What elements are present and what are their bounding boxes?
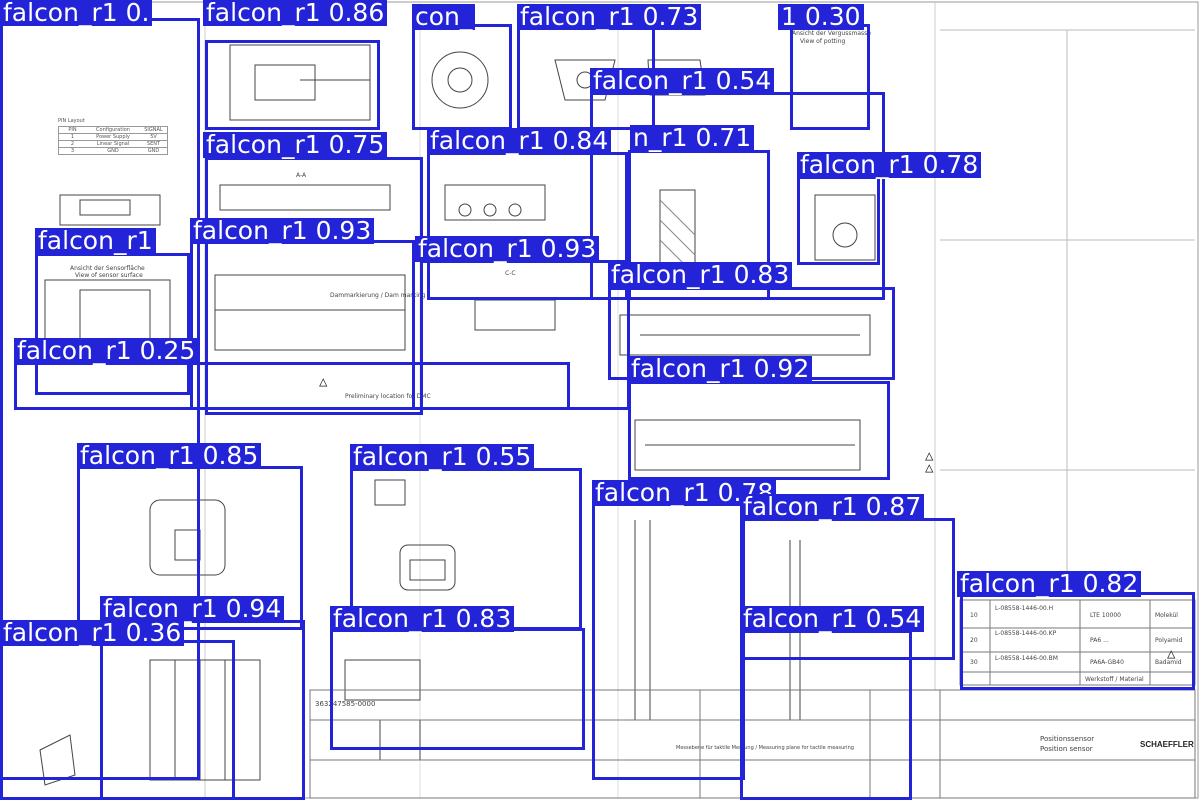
pin-cell: 2 — [70, 141, 75, 147]
pin-layout-title: PIN Layout — [58, 118, 85, 124]
technical-drawing-sheet: PIN Layout PIN Configuration SIGNAL 1 Po… — [0, 0, 1200, 800]
pin-cell: 1 — [70, 134, 75, 140]
drawing-linework — [1, 1, 1199, 799]
pin-cell: Linear Signal — [96, 141, 130, 147]
bom-material: Molekül — [1155, 612, 1178, 619]
dam-marking-note: Dammarkierung / Dam marking — [330, 292, 426, 299]
warning-triangle-icon: △ — [925, 460, 934, 476]
pin-cell: GND — [147, 148, 160, 154]
pin-cell: 3 — [70, 148, 75, 154]
pin-cell: SENT — [146, 141, 161, 147]
pin-layout-table: PIN Layout PIN Configuration SIGNAL 1 Po… — [58, 118, 168, 155]
bom-item: 30 — [970, 659, 978, 666]
potting-view-en: View of potting — [800, 38, 846, 45]
bom-item: 20 — [970, 637, 978, 644]
sensor-face-de: Ansicht der Sensorfläche — [70, 265, 145, 272]
document-number: 363247585-0000 — [315, 700, 376, 708]
bom-part: L-08558-1446-00.KP — [995, 630, 1057, 637]
warning-triangle-icon: △ — [319, 374, 328, 390]
bom-part: L-08558-1446-00.H — [995, 605, 1054, 612]
bom-part: L-08558-1446-00.BM — [995, 655, 1058, 662]
section-cc-label: C-C — [505, 270, 516, 277]
part-name-de: Positionssensor — [1040, 735, 1095, 743]
pin-cell: Power Supply — [96, 134, 130, 140]
bom-spec: PA6A-GB40 — [1090, 659, 1124, 666]
bom-material: Polyamid — [1155, 637, 1183, 644]
bom-material-header: Werkstoff / Material — [1085, 676, 1144, 683]
sensor-face-en: View of sensor surface — [75, 272, 143, 279]
part-name-en: Position sensor — [1040, 745, 1093, 753]
pin-header: Configuration — [96, 127, 130, 133]
bom-item: 10 — [970, 612, 978, 619]
view-aa-label: A-A — [296, 172, 307, 179]
pin-cell: 5V — [150, 134, 157, 140]
pin-cell: GND — [107, 148, 119, 154]
pin-header: PIN — [68, 127, 77, 133]
preliminary-dmc-note: Preliminary location for DMC — [345, 393, 431, 400]
company-name: SCHAEFFLER — [1140, 740, 1194, 749]
bom-spec: LTE 10000 — [1090, 612, 1121, 619]
warning-triangle-icon: △ — [1167, 646, 1176, 662]
measuring-plane-note: Messebene für taktile Messung / Measurin… — [676, 745, 854, 751]
pin-header: SIGNAL — [144, 127, 163, 133]
potting-view-de: Ansicht der Vergussmasse — [792, 30, 871, 37]
bom-spec: PA6 ... — [1090, 637, 1109, 644]
